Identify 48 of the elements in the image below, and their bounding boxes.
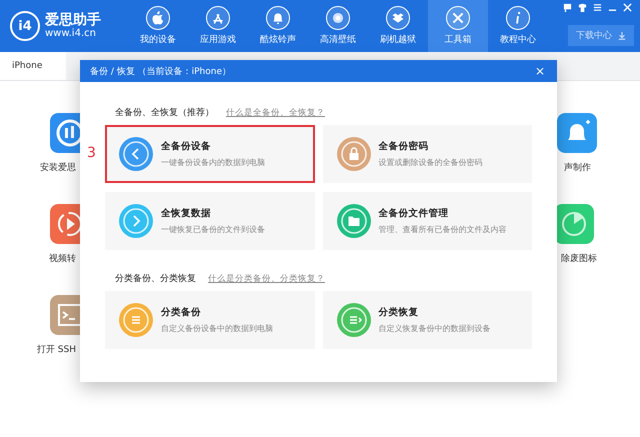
shirt-icon[interactable] [578, 3, 587, 12]
nav-tab[interactable]: 教程中心 [488, 0, 548, 52]
bell-icon [266, 6, 290, 30]
close-button[interactable]: × [530, 64, 549, 78]
close-icon[interactable] [623, 3, 632, 12]
app-name: 爱思助手 [45, 12, 101, 28]
nav-tab[interactable]: 工具箱 [428, 0, 488, 52]
folder-icon [336, 204, 370, 238]
bell-icon[interactable] [557, 113, 597, 153]
option-card[interactable]: 分类备份 自定义备份设备中的数据到电脑 [105, 291, 314, 349]
nav-tab[interactable]: 应用游戏 [188, 0, 248, 52]
app-store-icon [206, 6, 230, 30]
backup-icon [119, 137, 153, 171]
nav-tab[interactable]: 酷炫铃声 [248, 0, 308, 52]
tool-label: 打开 SSH [36, 344, 76, 356]
restore-icon [119, 204, 153, 238]
option-card[interactable]: 全恢复数据 一键恢复已备份的文件到设备 [105, 192, 314, 250]
category-restore-icon [336, 303, 370, 337]
option-card[interactable]: 全备份密码 设置或删除设备的全备份密码 [322, 125, 532, 183]
category-backup-icon [119, 303, 153, 337]
download-icon [618, 32, 626, 40]
menu-icon[interactable] [593, 3, 602, 12]
step-number: 3 [87, 145, 96, 161]
tool-label: 除废图标 [561, 252, 597, 265]
device-tab[interactable]: iPhone [0, 52, 66, 80]
pie-icon[interactable] [554, 204, 594, 244]
flower-icon [326, 6, 350, 30]
download-button[interactable]: 下载中心 [568, 25, 634, 46]
apple-icon [146, 6, 170, 30]
option-card[interactable]: 分类恢复 自定义恢复备份中的数据到设备 [322, 291, 532, 349]
app-url: www.i4.cn [45, 28, 97, 40]
help-link[interactable]: 什么是全备份、全恢复？ [226, 106, 325, 118]
nav-tab[interactable]: 高清壁纸 [308, 0, 368, 52]
help-link[interactable]: 什么是分类备份、分类恢复？ [208, 272, 325, 284]
lock-icon [336, 137, 370, 171]
logo: i4 [10, 11, 40, 41]
box-icon [386, 6, 410, 30]
tool-label: 视频转 [49, 252, 76, 265]
nav-tab[interactable]: 我的设备 [128, 0, 188, 52]
tool-label: 安装爱思 [40, 162, 76, 174]
dialog-title: 备份 / 恢复 （当前设备：iPhone） [90, 66, 231, 78]
option-card[interactable]: 全备份设备 一键备份设备内的数据到电脑 [105, 125, 314, 183]
option-card[interactable]: 全备份文件管理 管理、查看所有已备份的文件及内容 [322, 192, 532, 250]
tool-label: 声制作 [564, 162, 591, 174]
info-icon [506, 6, 530, 30]
section-heading: 全备份、全恢复（推荐） [115, 106, 214, 119]
section-heading: 分类备份、分类恢复 [115, 272, 196, 285]
nav-tab[interactable]: 刷机越狱 [368, 0, 428, 52]
